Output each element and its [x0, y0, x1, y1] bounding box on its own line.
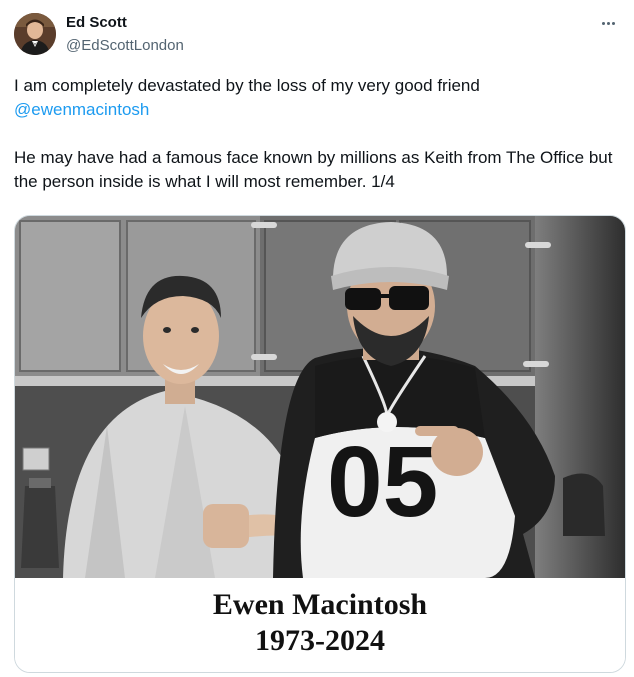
- author-handle[interactable]: @EdScottLondon: [66, 37, 184, 54]
- memorial-caption: Ewen Macintosh 1973-2024: [15, 578, 625, 672]
- avatar[interactable]: [14, 13, 56, 55]
- mention-link[interactable]: @ewenmacintosh: [14, 100, 149, 119]
- more-dot: [606, 21, 610, 25]
- tweet-media[interactable]: 05 Ewen Macintosh 1973-2024: [14, 215, 626, 673]
- tweet-line-2: He may have had a famous face known by m…: [14, 148, 613, 191]
- author-name[interactable]: Ed Scott: [66, 14, 127, 31]
- tweet: Ed Scott @EdScottLondon I am completely …: [0, 0, 634, 677]
- memorial-photo: 05: [15, 216, 625, 578]
- avatar-image: [14, 13, 56, 55]
- tweet-line-1: I am completely devastated by the loss o…: [14, 76, 480, 95]
- tweet-text: I am completely devastated by the loss o…: [14, 74, 614, 194]
- more-dot: [611, 21, 615, 25]
- more-options-icon[interactable]: [596, 12, 620, 34]
- caption-years: 1973-2024: [255, 624, 385, 657]
- caption-name: Ewen Macintosh: [212, 588, 428, 621]
- more-dot: [601, 21, 605, 25]
- jersey-number: 05: [327, 426, 438, 538]
